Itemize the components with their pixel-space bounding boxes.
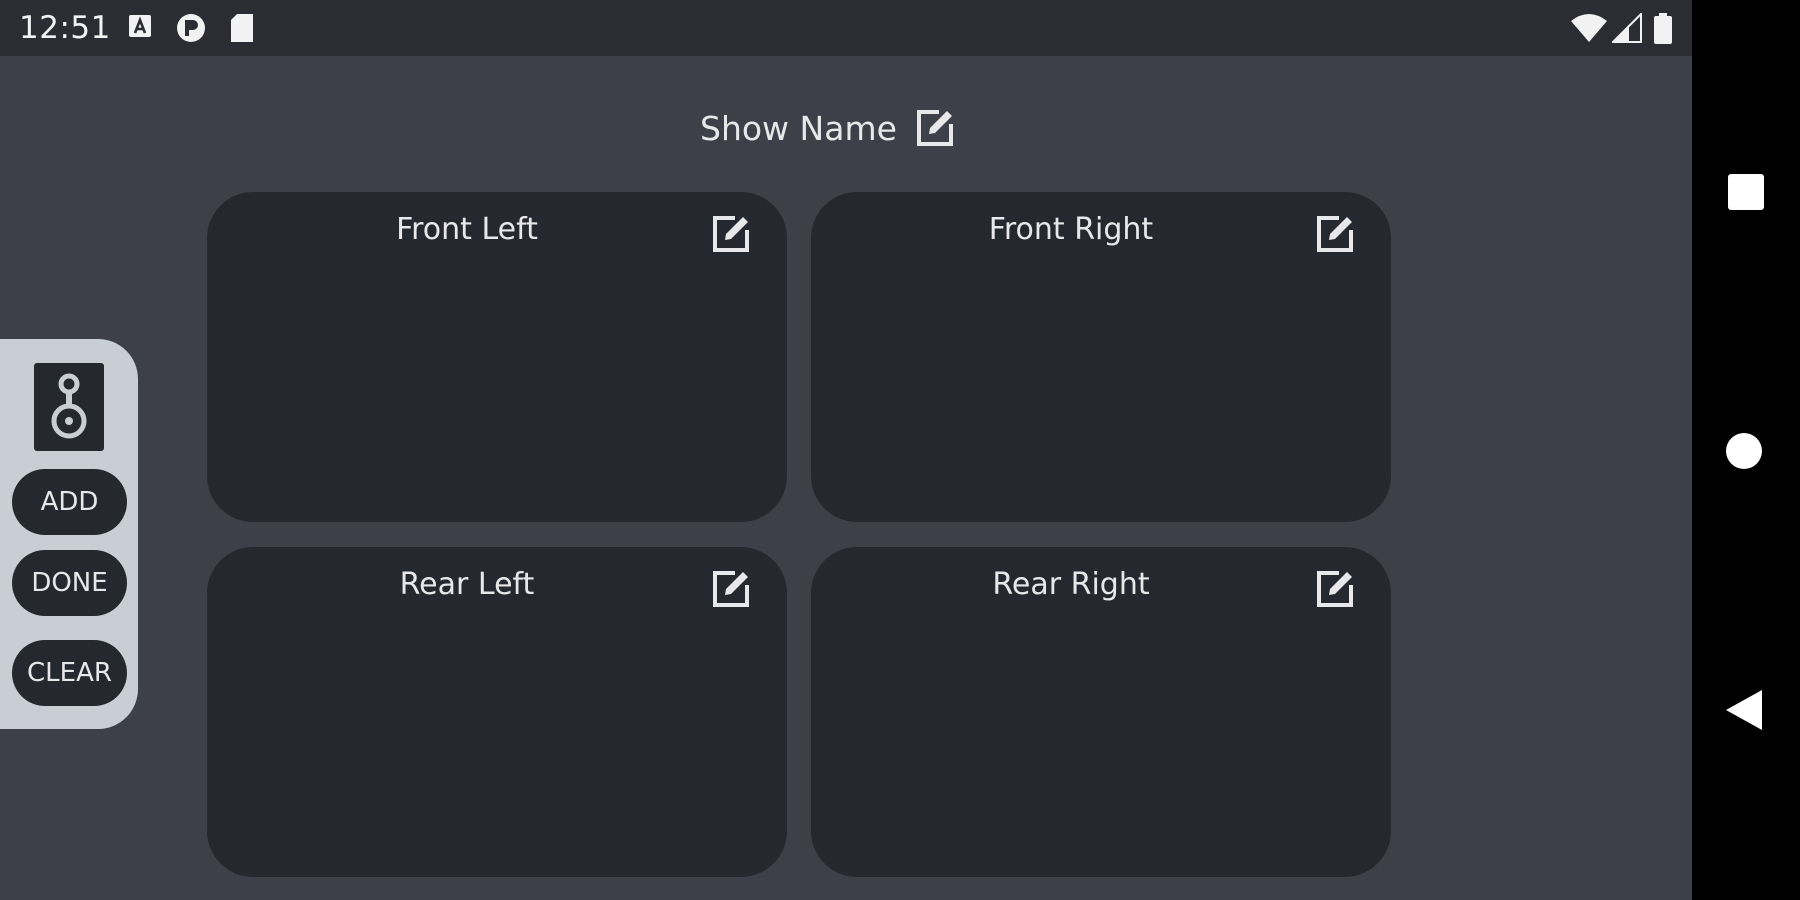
edit-show-name-icon[interactable] [911,104,959,152]
back-triangle-icon[interactable] [1722,686,1770,734]
edit-zone-icon[interactable] [707,210,755,258]
done-button[interactable]: DONE [12,550,127,616]
zone-card-rear-right[interactable]: Rear Right [811,547,1391,877]
status-time: 12:51 [19,10,111,46]
notification-a-icon [129,15,151,37]
cell-signal-icon [1612,13,1642,43]
circle-app-icon [177,14,205,42]
status-bar: 12:51 [0,0,1692,56]
battery-icon [1654,13,1672,44]
home-circle-icon[interactable] [1722,427,1770,475]
sd-card-icon [231,14,253,42]
clear-button[interactable]: CLEAR [12,640,127,706]
zone-card-front-left[interactable]: Front Left [207,192,787,522]
show-name-row: Show Name [700,100,959,156]
edit-zone-icon[interactable] [1311,565,1359,613]
wifi-icon [1571,14,1607,42]
edit-zone-icon[interactable] [1311,210,1359,258]
speaker-icon[interactable] [34,363,104,451]
zone-card-title: Front Right [988,212,1154,247]
zone-card-title: Rear Right [992,567,1150,602]
zone-card-front-right[interactable]: Front Right [811,192,1391,522]
add-button[interactable]: ADD [12,469,127,535]
recents-square-icon[interactable] [1722,168,1770,216]
zone-card-title: Front Left [396,212,538,247]
zone-card-title: Rear Left [399,567,535,602]
app-screen: 12:51 Show Name Front Left Front Right R… [0,0,1692,900]
show-name-title: Show Name [700,108,897,148]
zone-card-rear-left[interactable]: Rear Left [207,547,787,877]
edit-zone-icon[interactable] [707,565,755,613]
